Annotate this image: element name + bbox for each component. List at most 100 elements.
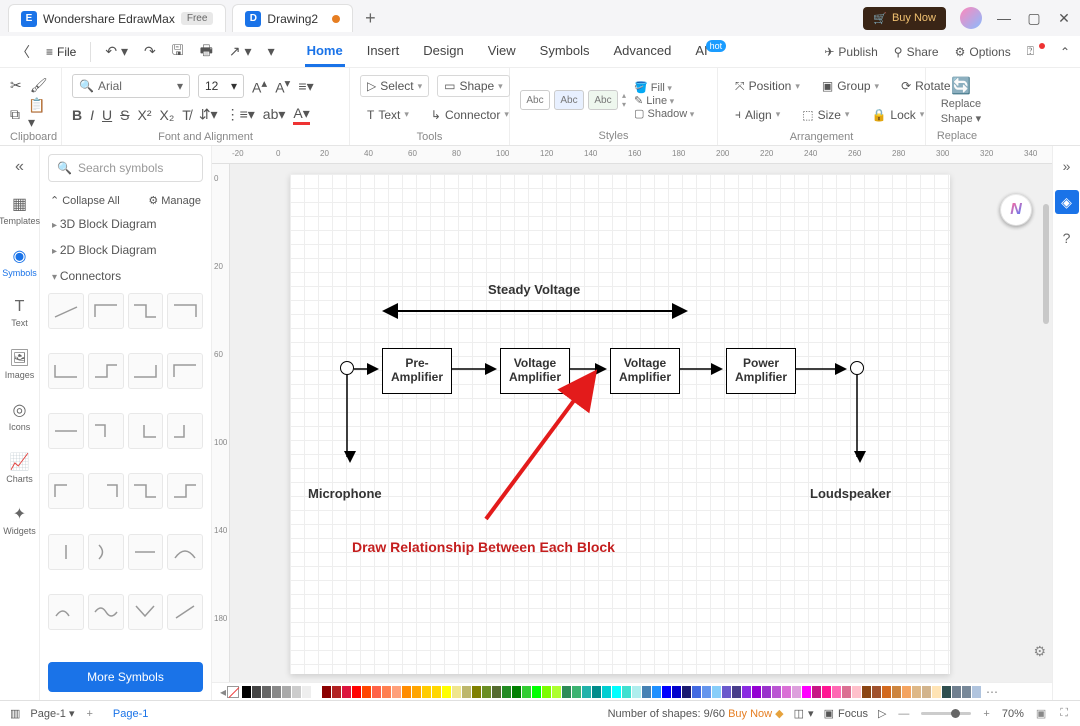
color-swatch[interactable] bbox=[872, 686, 881, 698]
color-swatch[interactable] bbox=[822, 686, 831, 698]
color-swatch[interactable] bbox=[742, 686, 751, 698]
connector-symbol[interactable] bbox=[48, 534, 84, 570]
connector-symbol[interactable] bbox=[88, 293, 124, 329]
page-tab-1[interactable]: Page-1 bbox=[105, 706, 156, 722]
back-button[interactable]: 〈 bbox=[10, 38, 36, 66]
zoom-in-button[interactable]: + bbox=[981, 708, 991, 720]
bullets-button[interactable]: ⋮≡▾ bbox=[226, 106, 255, 123]
color-swatch[interactable] bbox=[832, 686, 841, 698]
rail-text[interactable]: TText bbox=[0, 292, 39, 334]
group-button[interactable]: ▣Group bbox=[815, 75, 886, 97]
export-button[interactable]: ↗ ▾ bbox=[223, 39, 258, 64]
size-button[interactable]: ⬚Size bbox=[795, 104, 856, 126]
more-qa-button[interactable]: ▾ bbox=[262, 39, 281, 64]
style-preset-1[interactable]: Abc bbox=[520, 90, 550, 110]
help-pane-button[interactable]: ? bbox=[1055, 226, 1079, 250]
color-swatch[interactable] bbox=[612, 686, 621, 698]
color-swatch[interactable] bbox=[382, 686, 391, 698]
style-preset-2[interactable]: Abc bbox=[554, 90, 584, 110]
collapse-left-button[interactable]: « bbox=[11, 154, 28, 180]
shadow-button[interactable]: ▢ Shadow bbox=[634, 107, 694, 120]
color-swatch[interactable] bbox=[692, 686, 701, 698]
drawing-page[interactable]: Steady Voltage Pre-Amplifier VoltageAmpl… bbox=[290, 174, 950, 674]
superscript-button[interactable]: X² bbox=[137, 107, 151, 123]
color-swatch[interactable] bbox=[512, 686, 521, 698]
color-swatch[interactable] bbox=[582, 686, 591, 698]
fit-page-button[interactable]: ▣ bbox=[1034, 707, 1048, 720]
rail-symbols[interactable]: ◉Symbols bbox=[0, 240, 39, 284]
color-swatch[interactable] bbox=[642, 686, 651, 698]
ai-fab-button[interactable]: N bbox=[1000, 194, 1032, 226]
fullscreen-button[interactable]: ⛶ bbox=[1058, 707, 1070, 720]
tab-view[interactable]: View bbox=[486, 37, 518, 67]
line-button[interactable]: ✎ Line bbox=[634, 94, 694, 107]
connector-symbol[interactable] bbox=[88, 473, 124, 509]
connector-symbol[interactable] bbox=[48, 293, 84, 329]
color-swatch[interactable] bbox=[922, 686, 931, 698]
color-swatch[interactable] bbox=[322, 686, 331, 698]
color-swatch[interactable] bbox=[412, 686, 421, 698]
color-swatch[interactable] bbox=[962, 686, 971, 698]
color-swatch[interactable] bbox=[852, 686, 861, 698]
layers-button[interactable]: ◫▾ bbox=[794, 707, 814, 720]
options-button[interactable]: ⚙Options bbox=[955, 45, 1011, 59]
font-size-select[interactable]: 12▾ bbox=[198, 74, 244, 98]
connector-symbol[interactable] bbox=[128, 473, 164, 509]
font-family-select[interactable]: 🔍Arial▾ bbox=[72, 74, 190, 98]
increase-font-icon[interactable]: A▴ bbox=[252, 76, 267, 96]
text-tool[interactable]: TText bbox=[360, 104, 416, 126]
print-button[interactable]: 🖶 bbox=[194, 36, 219, 68]
fill-button[interactable]: 🪣 Fill bbox=[634, 81, 694, 94]
color-swatch[interactable] bbox=[282, 686, 291, 698]
arrow-in[interactable] bbox=[354, 364, 382, 374]
color-swatch[interactable] bbox=[442, 686, 451, 698]
connector-symbol[interactable] bbox=[48, 594, 84, 630]
color-swatch[interactable] bbox=[492, 686, 501, 698]
page-select[interactable]: Page-1 ▾ bbox=[30, 707, 74, 720]
input-node[interactable] bbox=[340, 361, 354, 375]
replace-shape-button[interactable]: 🔄 Replace Shape ▾ bbox=[936, 72, 986, 128]
color-swatch[interactable] bbox=[802, 686, 811, 698]
color-swatch[interactable] bbox=[332, 686, 341, 698]
connector-symbol[interactable] bbox=[88, 594, 124, 630]
line-spacing-button[interactable]: ⇵▾ bbox=[199, 106, 218, 123]
connector-symbol[interactable] bbox=[128, 534, 164, 570]
color-swatch[interactable] bbox=[752, 686, 761, 698]
color-swatch[interactable] bbox=[572, 686, 581, 698]
connector-symbol[interactable] bbox=[88, 353, 124, 389]
color-swatch[interactable] bbox=[882, 686, 891, 698]
color-swatch[interactable] bbox=[892, 686, 901, 698]
loudspeaker-label[interactable]: Loudspeaker bbox=[810, 486, 891, 501]
color-swatch[interactable] bbox=[672, 686, 681, 698]
zoom-slider[interactable] bbox=[921, 712, 971, 715]
save-button[interactable]: 🖫 bbox=[166, 36, 190, 68]
connector-symbol[interactable] bbox=[167, 413, 203, 449]
undo-button[interactable]: ↶ ▾ bbox=[99, 39, 134, 64]
connector-symbol[interactable] bbox=[128, 413, 164, 449]
no-color-swatch[interactable] bbox=[227, 686, 239, 698]
color-swatch[interactable] bbox=[502, 686, 511, 698]
color-swatch[interactable] bbox=[712, 686, 721, 698]
category-3d-block[interactable]: 3D Block Diagram bbox=[40, 211, 211, 237]
color-swatch[interactable] bbox=[342, 686, 351, 698]
connector-symbol[interactable] bbox=[128, 353, 164, 389]
canvas[interactable]: Steady Voltage Pre-Amplifier VoltageAmpl… bbox=[230, 164, 1052, 682]
connector-symbol[interactable] bbox=[48, 473, 84, 509]
rail-icons[interactable]: ◎Icons bbox=[0, 394, 39, 438]
color-swatch[interactable] bbox=[602, 686, 611, 698]
color-swatch[interactable] bbox=[862, 686, 871, 698]
color-swatch[interactable] bbox=[902, 686, 911, 698]
clear-format-button[interactable]: T̸ bbox=[182, 107, 191, 123]
tab-insert[interactable]: Insert bbox=[365, 37, 402, 67]
color-swatch[interactable] bbox=[392, 686, 401, 698]
close-button[interactable]: ✕ bbox=[1056, 10, 1072, 27]
color-swatch[interactable] bbox=[312, 686, 321, 698]
color-swatch[interactable] bbox=[932, 686, 941, 698]
rail-widgets[interactable]: ✦Widgets bbox=[0, 498, 39, 542]
tab-ai[interactable]: AIhot bbox=[693, 37, 730, 67]
color-swatch[interactable] bbox=[542, 686, 551, 698]
tab-advanced[interactable]: Advanced bbox=[612, 37, 674, 67]
tab-design[interactable]: Design bbox=[421, 37, 465, 67]
italic-button[interactable]: I bbox=[90, 107, 94, 123]
tab-home[interactable]: Home bbox=[305, 37, 345, 67]
